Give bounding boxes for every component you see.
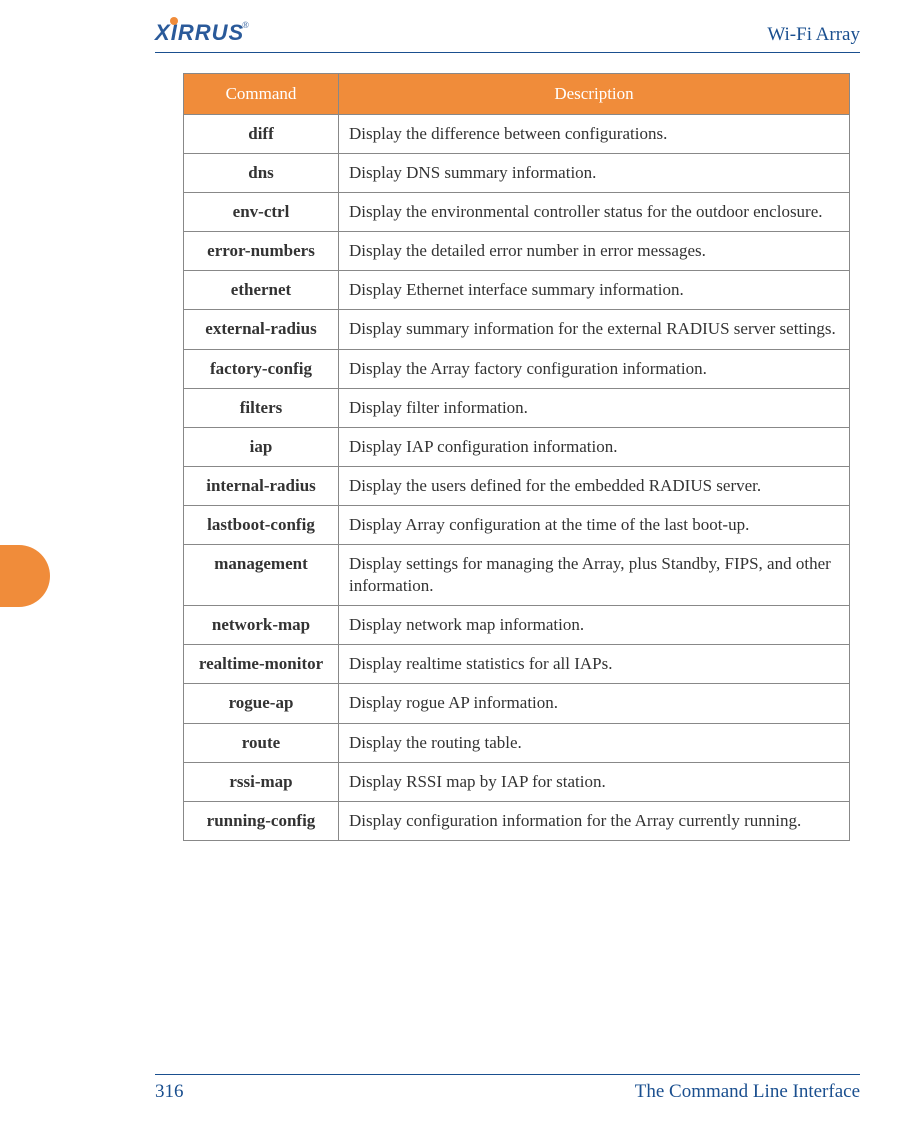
table-row: ethernetDisplay Ethernet interface summa… bbox=[184, 271, 850, 310]
table-row: routeDisplay the routing table. bbox=[184, 723, 850, 762]
desc-cell: Display the users defined for the embedd… bbox=[339, 466, 850, 505]
cmd-cell: external-radius bbox=[184, 310, 339, 349]
table-body: diffDisplay the difference between confi… bbox=[184, 115, 850, 841]
cmd-cell: ethernet bbox=[184, 271, 339, 310]
cmd-cell: internal-radius bbox=[184, 466, 339, 505]
cmd-cell: network-map bbox=[184, 606, 339, 645]
side-tab-marker bbox=[0, 545, 50, 607]
page-header: XIRRUS® Wi-Fi Array bbox=[155, 20, 860, 53]
desc-cell: Display settings for managing the Array,… bbox=[339, 545, 850, 606]
cmd-cell: management bbox=[184, 545, 339, 606]
desc-cell: Display rogue AP information. bbox=[339, 684, 850, 723]
command-table: Command Description diffDisplay the diff… bbox=[183, 73, 850, 841]
desc-cell: Display Array configuration at the time … bbox=[339, 505, 850, 544]
cmd-cell: rssi-map bbox=[184, 762, 339, 801]
desc-cell: Display Ethernet interface summary infor… bbox=[339, 271, 850, 310]
table-row: env-ctrlDisplay the environmental contro… bbox=[184, 193, 850, 232]
table-row: managementDisplay settings for managing … bbox=[184, 545, 850, 606]
table-row: iapDisplay IAP configuration information… bbox=[184, 427, 850, 466]
xirrus-logo: XIRRUS® bbox=[155, 20, 251, 46]
desc-cell: Display the difference between configura… bbox=[339, 115, 850, 154]
table-row: internal-radiusDisplay the users defined… bbox=[184, 466, 850, 505]
header-title: Wi-Fi Array bbox=[767, 24, 860, 46]
cmd-cell: error-numbers bbox=[184, 232, 339, 271]
th-command: Command bbox=[184, 74, 339, 115]
table-row: external-radiusDisplay summary informati… bbox=[184, 310, 850, 349]
table-row: lastboot-configDisplay Array configurati… bbox=[184, 505, 850, 544]
table-header-row: Command Description bbox=[184, 74, 850, 115]
table-row: filtersDisplay filter information. bbox=[184, 388, 850, 427]
cmd-cell: filters bbox=[184, 388, 339, 427]
desc-cell: Display filter information. bbox=[339, 388, 850, 427]
page-content: XIRRUS® Wi-Fi Array Command Description … bbox=[155, 20, 860, 841]
table-row: factory-configDisplay the Array factory … bbox=[184, 349, 850, 388]
desc-cell: Display configuration information for th… bbox=[339, 801, 850, 840]
desc-cell: Display DNS summary information. bbox=[339, 154, 850, 193]
desc-cell: Display RSSI map by IAP for station. bbox=[339, 762, 850, 801]
footer-section-title: The Command Line Interface bbox=[635, 1081, 860, 1103]
desc-cell: Display IAP configuration information. bbox=[339, 427, 850, 466]
desc-cell: Display summary information for the exte… bbox=[339, 310, 850, 349]
cmd-cell: iap bbox=[184, 427, 339, 466]
desc-cell: Display the Array factory configuration … bbox=[339, 349, 850, 388]
registered-mark: ® bbox=[242, 20, 249, 30]
desc-cell: Display realtime statistics for all IAPs… bbox=[339, 645, 850, 684]
desc-cell: Display the detailed error number in err… bbox=[339, 232, 850, 271]
desc-cell: Display the environmental controller sta… bbox=[339, 193, 850, 232]
desc-cell: Display the routing table. bbox=[339, 723, 850, 762]
table-row: dnsDisplay DNS summary information. bbox=[184, 154, 850, 193]
page-number: 316 bbox=[155, 1081, 184, 1103]
table-row: error-numbersDisplay the detailed error … bbox=[184, 232, 850, 271]
cmd-cell: diff bbox=[184, 115, 339, 154]
logo-text: XIRRUS bbox=[155, 20, 244, 46]
cmd-cell: running-config bbox=[184, 801, 339, 840]
th-description: Description bbox=[339, 74, 850, 115]
cmd-cell: rogue-ap bbox=[184, 684, 339, 723]
table-row: diffDisplay the difference between confi… bbox=[184, 115, 850, 154]
cmd-cell: realtime-monitor bbox=[184, 645, 339, 684]
desc-cell: Display network map information. bbox=[339, 606, 850, 645]
cmd-cell: factory-config bbox=[184, 349, 339, 388]
cmd-cell: lastboot-config bbox=[184, 505, 339, 544]
cmd-cell: dns bbox=[184, 154, 339, 193]
cmd-cell: route bbox=[184, 723, 339, 762]
table-row: rssi-mapDisplay RSSI map by IAP for stat… bbox=[184, 762, 850, 801]
table-row: running-configDisplay configuration info… bbox=[184, 801, 850, 840]
cmd-cell: env-ctrl bbox=[184, 193, 339, 232]
table-row: network-mapDisplay network map informati… bbox=[184, 606, 850, 645]
table-row: rogue-apDisplay rogue AP information. bbox=[184, 684, 850, 723]
page-footer: 316 The Command Line Interface bbox=[155, 1074, 860, 1103]
table-row: realtime-monitorDisplay realtime statist… bbox=[184, 645, 850, 684]
